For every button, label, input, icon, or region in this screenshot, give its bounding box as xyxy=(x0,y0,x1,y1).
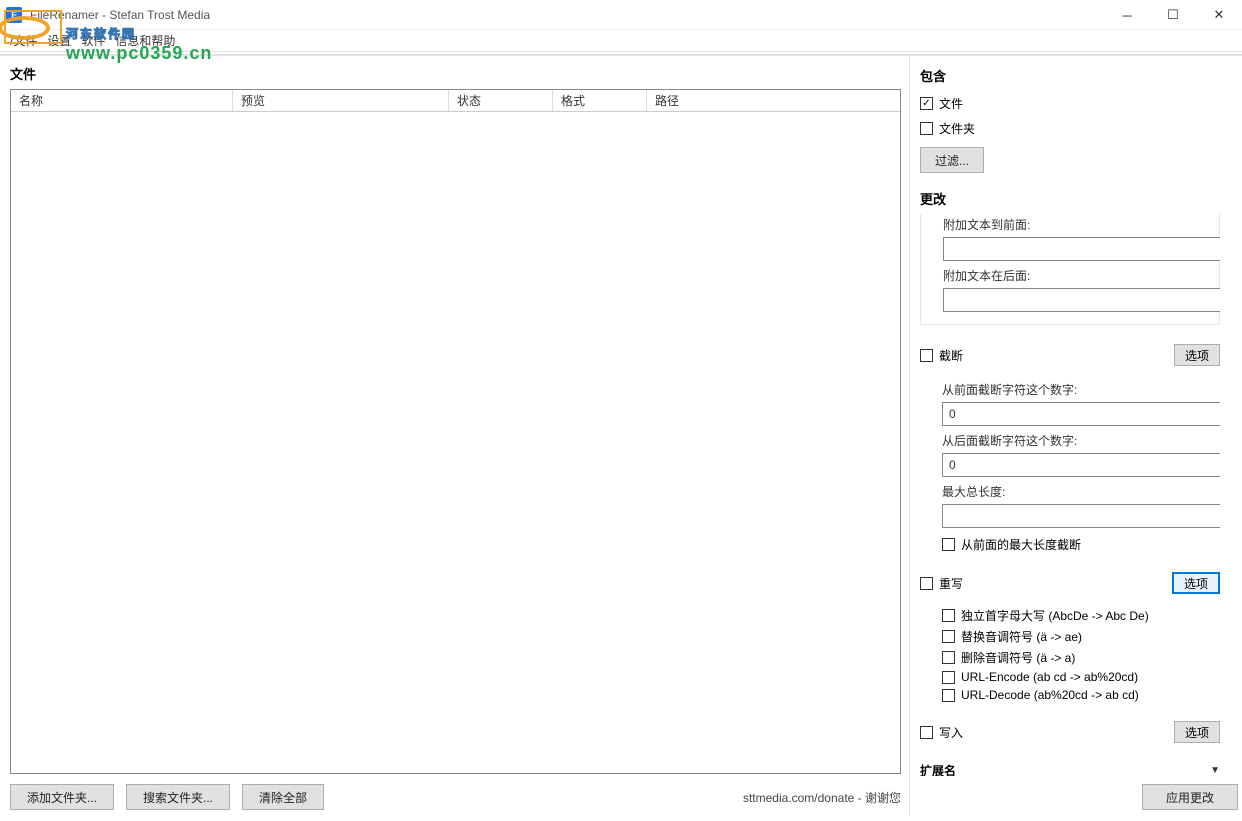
trunc-front-input[interactable] xyxy=(942,402,1226,426)
files-table[interactable]: 名称 预览 状态 格式 路径 xyxy=(10,89,901,774)
include-file-checkbox[interactable]: ✓ 文件 xyxy=(920,95,1238,112)
include-folder-checkbox[interactable]: 文件夹 xyxy=(920,120,1238,137)
delete-umlaut-checkbox[interactable] xyxy=(942,651,955,664)
truncate-checkbox[interactable] xyxy=(920,349,933,362)
url-decode-label: URL-Decode (ab%20cd -> ab cd) xyxy=(961,688,1139,702)
col-preview[interactable]: 预览 xyxy=(233,90,449,111)
write-in-options-button[interactable]: 选项 xyxy=(1174,721,1220,743)
left-pane: 文件 名称 预览 状态 格式 路径 添加文件夹... 搜索文件夹... 清除全部… xyxy=(0,56,910,816)
truncate-label: 截断 xyxy=(939,347,1174,364)
menu-file[interactable]: /文件 xyxy=(10,32,37,49)
right-bottom-toolbar: 应用更改 xyxy=(920,776,1238,810)
donate-text: sttmedia.com/donate - 谢谢您 xyxy=(743,789,901,806)
rewrite-group-head: 重写 选项 xyxy=(920,571,1220,595)
write-in-label: 写入 xyxy=(939,724,1174,741)
clear-all-button[interactable]: 清除全部 xyxy=(242,784,324,810)
scroll-up-icon[interactable]: ▲ xyxy=(1222,348,1238,365)
trunc-from-front-label: 从前面的最大长度截断 xyxy=(961,536,1081,553)
append-back-label: 附加文本在后面: xyxy=(943,267,1219,284)
rewrite-label: 重写 xyxy=(939,575,1172,592)
change-scroll-area: 附加文本到前面: 附加文本在后面: 截断 选项 从前面截断字符这个数字: 从后面… xyxy=(920,214,1238,776)
replace-umlaut-label: 替换音调符号 (ä -> ae) xyxy=(961,628,1082,645)
checkbox-icon xyxy=(920,122,933,135)
col-name[interactable]: 名称 xyxy=(11,90,233,111)
col-status[interactable]: 状态 xyxy=(449,90,553,111)
col-format[interactable]: 格式 xyxy=(553,90,647,111)
maximize-button[interactable]: ☐ xyxy=(1150,0,1196,30)
cap-words-label: 独立首字母大写 (AbcDe -> Abc De) xyxy=(961,607,1149,624)
col-path[interactable]: 路径 xyxy=(647,90,900,111)
delete-umlaut-label: 删除音调符号 (ä -> a) xyxy=(961,649,1075,666)
write-in-checkbox[interactable] xyxy=(920,726,933,739)
max-len-label: 最大总长度: xyxy=(942,483,1220,500)
scroll-down-icon[interactable]: ▼ xyxy=(1222,719,1238,736)
main: 文件 名称 预览 状态 格式 路径 添加文件夹... 搜索文件夹... 清除全部… xyxy=(0,56,1242,816)
titlebar: F FileRenamer - Stefan Trost Media ─ ☐ ✕ xyxy=(0,0,1242,30)
menu-settings[interactable]: 设置 xyxy=(47,32,71,49)
checkbox-checked-icon: ✓ xyxy=(920,97,933,110)
max-len-input[interactable] xyxy=(942,504,1226,528)
truncate-options-button[interactable]: 选项 xyxy=(1174,344,1220,366)
menu-software[interactable]: 软件 xyxy=(81,32,105,49)
trunc-front-label: 从前面截断字符这个数字: xyxy=(942,381,1220,398)
include-folder-label: 文件夹 xyxy=(939,120,975,137)
cap-words-checkbox[interactable] xyxy=(942,609,955,622)
change-title: 更改 xyxy=(920,185,1238,214)
url-decode-checkbox[interactable] xyxy=(942,689,955,702)
table-header: 名称 预览 状态 格式 路径 xyxy=(11,90,900,112)
minimize-button[interactable]: ─ xyxy=(1104,0,1150,30)
scroll-thumb[interactable] xyxy=(1224,365,1236,665)
menubar: /文件 设置 软件 信息和帮助 xyxy=(0,30,1242,52)
chevron-down-icon: ▼ xyxy=(1210,765,1220,776)
replace-umlaut-checkbox[interactable] xyxy=(942,630,955,643)
vertical-scrollbar[interactable]: ▲ ▼ xyxy=(1221,348,1238,736)
trunc-back-input[interactable] xyxy=(942,453,1226,477)
extension-row[interactable]: 扩展名 ▼ xyxy=(920,758,1220,776)
write-in-group-head: 写入 选项 xyxy=(920,720,1220,744)
app-icon: F xyxy=(6,7,22,23)
right-pane: 包含 ✓ 文件 文件夹 过滤... 更改 附加文本到前面: 附加文本在后面: xyxy=(910,56,1242,816)
filter-button[interactable]: 过滤... xyxy=(920,147,984,173)
left-bottom-toolbar: 添加文件夹... 搜索文件夹... 清除全部 sttmedia.com/dona… xyxy=(10,774,901,810)
append-front-label: 附加文本到前面: xyxy=(943,216,1219,233)
truncate-fields: 从前面截断字符这个数字: 从后面截断字符这个数字: 最大总长度: 从前面的最大长… xyxy=(920,381,1220,553)
search-folder-button[interactable]: 搜索文件夹... xyxy=(126,784,230,810)
menu-help[interactable]: 信息和帮助 xyxy=(115,32,175,49)
trunc-back-label: 从后面截断字符这个数字: xyxy=(942,432,1220,449)
include-title: 包含 xyxy=(920,62,1238,91)
rewrite-options-button[interactable]: 选项 xyxy=(1172,572,1220,594)
close-button[interactable]: ✕ xyxy=(1196,0,1242,30)
rewrite-checkbox[interactable] xyxy=(920,577,933,590)
append-back-input[interactable] xyxy=(943,288,1227,312)
files-section-title: 文件 xyxy=(10,60,901,89)
extension-label: 扩展名 xyxy=(920,762,1210,777)
append-group: 附加文本到前面: 附加文本在后面: xyxy=(920,214,1220,325)
truncate-group-head: 截断 选项 xyxy=(920,343,1220,367)
window-controls: ─ ☐ ✕ xyxy=(1104,0,1242,30)
apply-changes-button[interactable]: 应用更改 xyxy=(1142,784,1238,810)
url-encode-checkbox[interactable] xyxy=(942,671,955,684)
url-encode-label: URL-Encode (ab cd -> ab%20cd) xyxy=(961,670,1138,684)
append-front-input[interactable] xyxy=(943,237,1227,261)
trunc-from-front-checkbox[interactable] xyxy=(942,538,955,551)
add-folder-button[interactable]: 添加文件夹... xyxy=(10,784,114,810)
include-file-label: 文件 xyxy=(939,95,963,112)
rewrite-options: 独立首字母大写 (AbcDe -> Abc De) 替换音调符号 (ä -> a… xyxy=(920,607,1220,702)
window-title: FileRenamer - Stefan Trost Media xyxy=(30,8,210,22)
